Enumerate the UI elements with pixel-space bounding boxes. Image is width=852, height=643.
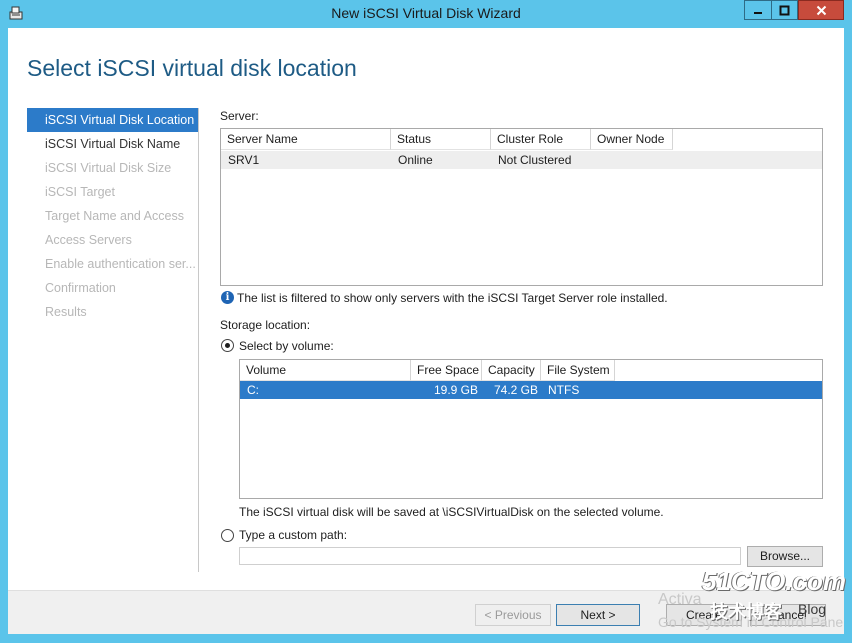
brand-watermark: 51CTO.com [702,566,847,596]
file-system-cell: NTFS [548,383,580,397]
select-by-volume-label[interactable]: Select by volume: [239,339,334,353]
column-header-volume[interactable]: Volume [240,360,411,381]
page-title: Select iSCSI virtual disk location [27,55,357,81]
table-row[interactable]: C: 19.9 GB 74.2 GB NTFS [240,381,822,399]
custom-path-radio[interactable] [221,529,234,542]
volume-cell: C: [247,383,259,397]
storage-location-label: Storage location: [220,318,311,332]
custom-path-input[interactable] [239,547,741,565]
server-filter-info: The list is filtered to show only server… [237,291,668,305]
radio-selected-dot [225,343,230,348]
close-icon [816,5,826,15]
nav-item-target-name-access: Target Name and Access [45,209,184,223]
custom-path-label[interactable]: Type a custom path: [239,528,347,542]
info-icon: i [221,291,234,304]
nav-item-disk-size: iSCSI Virtual Disk Size [45,161,172,175]
nav-item-disk-name[interactable]: iSCSI Virtual Disk Name [27,132,198,156]
volume-save-note: The iSCSI virtual disk will be saved at … [239,505,664,519]
server-status-cell: Online [398,153,433,167]
nav-item-access-servers: Access Servers [45,233,132,247]
column-header-file-system[interactable]: File System [541,360,615,381]
window-title: New iSCSI Virtual Disk Wizard [331,5,521,21]
minimize-icon [754,12,762,14]
server-label: Server: [220,109,259,123]
nav-item-confirmation: Confirmation [45,281,116,295]
nav-item-authentication: Enable authentication ser... [45,257,196,271]
nav-item-iscsi-target: iSCSI Target [45,185,115,199]
column-header-status[interactable]: Status [391,129,491,150]
wizard-navigation: iSCSI Virtual Disk Location iSCSI Virtua… [27,108,199,572]
free-space-cell: 19.9 GB [433,383,478,397]
select-by-volume-radio[interactable] [221,339,234,352]
next-button[interactable]: Next > [556,604,640,626]
close-button[interactable] [798,0,844,20]
wizard-client-area: Select iSCSI virtual disk location iSCSI… [8,28,844,634]
table-row[interactable]: SRV1 Online Not Clustered [221,151,822,169]
column-header-cluster-role[interactable]: Cluster Role [491,129,591,150]
volume-list[interactable]: Volume Free Space Capacity File System C… [239,359,823,499]
activation-watermark-line1: Activa [658,591,702,608]
column-header-free-space[interactable]: Free Space [411,360,482,381]
server-cluster-role-cell: Not Clustered [498,153,572,167]
title-bar[interactable]: New iSCSI Virtual Disk Wizard [0,0,852,28]
capacity-cell: 74.2 GB [493,383,538,397]
server-name-cell: SRV1 [228,153,260,167]
brand-watermark-sub: 技术博客 [710,602,782,622]
column-header-server-name[interactable]: Server Name [221,129,391,150]
nav-item-disk-location[interactable]: iSCSI Virtual Disk Location [27,108,198,132]
nav-item-results: Results [45,305,87,319]
brand-watermark-blog: Blog [798,601,827,617]
column-header-owner-node[interactable]: Owner Node [591,129,673,150]
previous-button[interactable]: < Previous [475,604,551,626]
maximize-icon [779,5,790,15]
browse-button[interactable]: Browse... [747,546,823,567]
maximize-button[interactable] [771,0,798,20]
column-header-capacity[interactable]: Capacity [482,360,541,381]
minimize-button[interactable] [744,0,771,20]
server-list[interactable]: Server Name Status Cluster Role Owner No… [220,128,823,286]
